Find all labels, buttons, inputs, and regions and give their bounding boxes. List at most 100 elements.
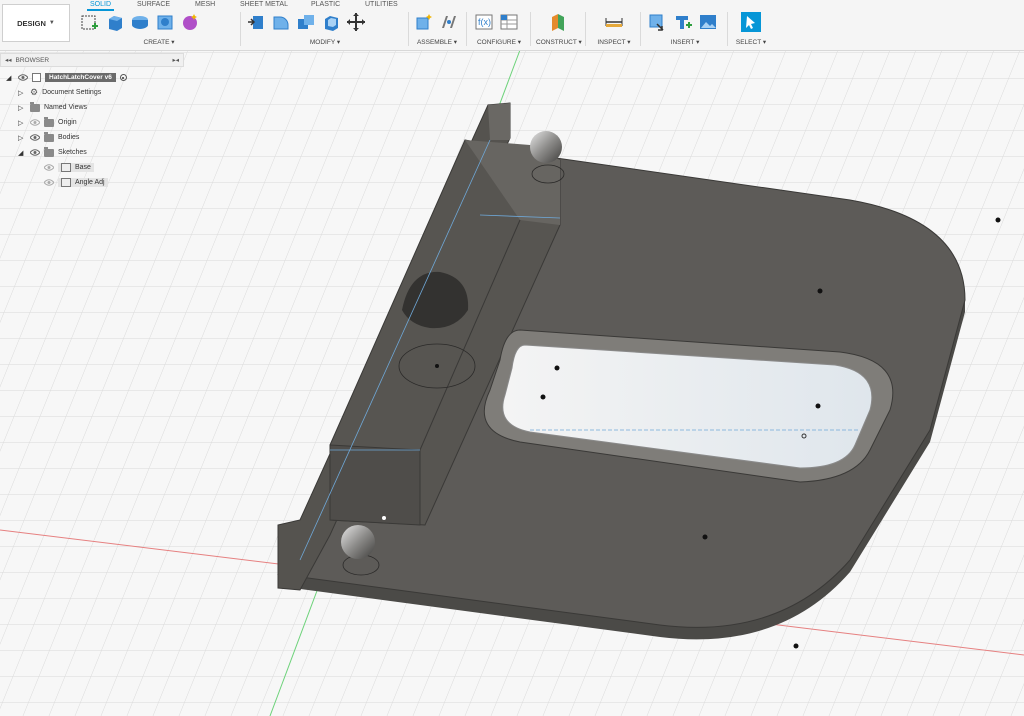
configure-label: CONFIGURE <box>476 39 516 46</box>
sketch-point[interactable] <box>435 364 439 368</box>
workspace-switcher-button[interactable]: DESIGN ▼ <box>2 4 70 42</box>
select-menu[interactable]: SELECT ▾ <box>734 38 768 46</box>
tree-item-origin[interactable]: ▷ Origin <box>18 116 77 129</box>
eye-icon[interactable] <box>44 164 54 171</box>
create-label: CREATE <box>143 39 170 46</box>
collapse-triangle-icon[interactable]: ◢ <box>18 149 26 157</box>
expand-triangle-icon[interactable]: ▷ <box>18 104 26 112</box>
insert-group: INSERT ▾ <box>648 11 722 48</box>
move-icon[interactable] <box>346 12 366 32</box>
revolve-icon[interactable] <box>130 12 150 32</box>
insert-image-icon[interactable] <box>698 12 718 32</box>
fillet-icon[interactable] <box>271 12 291 32</box>
sketch-point[interactable] <box>815 403 821 409</box>
sketch-point[interactable] <box>702 534 708 540</box>
offset-plane-icon[interactable] <box>548 12 568 32</box>
expand-triangle-icon[interactable]: ▷ <box>18 134 26 142</box>
tab-sheet-metal[interactable]: SHEET METAL <box>240 1 288 8</box>
workspace-label: DESIGN <box>17 18 46 28</box>
toolbar-divider <box>727 12 728 46</box>
document-row[interactable]: ◢ HatchLatchCover v6 <box>6 71 127 84</box>
select-icon[interactable] <box>741 12 761 32</box>
form-icon[interactable] <box>180 12 200 32</box>
select-group: SELECT ▾ <box>734 11 768 48</box>
insert-mesh-icon[interactable] <box>673 12 693 32</box>
hole-icon[interactable] <box>155 12 175 32</box>
shell-icon[interactable] <box>321 12 341 32</box>
modify-menu[interactable]: MODIFY ▾ <box>246 38 404 46</box>
document-title: HatchLatchCover v6 <box>45 73 116 82</box>
toolbar-divider <box>640 12 641 46</box>
tab-mesh[interactable]: MESH <box>195 1 215 8</box>
tree-item-document-settings[interactable]: ▷ ⚙ Document Settings <box>18 86 101 99</box>
inspect-group: INSPECT ▾ <box>594 11 634 48</box>
create-menu[interactable]: CREATE ▾ <box>80 38 238 46</box>
eye-icon[interactable] <box>30 134 40 141</box>
inspect-menu[interactable]: INSPECT ▾ <box>594 38 634 46</box>
joint-icon[interactable] <box>439 12 459 32</box>
select-label: SELECT <box>735 39 762 46</box>
extrude-icon[interactable] <box>105 12 125 32</box>
bottom-latch-ball[interactable] <box>341 525 375 559</box>
folder-icon <box>44 116 54 127</box>
assemble-menu[interactable]: ASSEMBLE ▾ <box>414 38 460 46</box>
sketch-icon <box>61 163 71 172</box>
tree-item-named-views[interactable]: ▷ Named Views <box>18 101 87 114</box>
back-wall-top <box>488 103 510 140</box>
eye-icon[interactable] <box>30 119 40 126</box>
eye-icon[interactable] <box>44 179 54 186</box>
toolbar-divider <box>466 12 467 46</box>
insert-derive-icon[interactable] <box>648 12 668 32</box>
browser-panel: ◂◂ BROWSER ▸◂ ◢ HatchLatchCover v6 ▷ ⚙ D… <box>0 53 184 187</box>
collapse-panel-icon[interactable]: ◂◂ <box>5 56 12 64</box>
active-radio-icon[interactable] <box>119 74 127 81</box>
construct-menu[interactable]: CONSTRUCT ▾ <box>536 38 582 46</box>
tree-item-sketches[interactable]: ◢ Sketches <box>18 146 87 159</box>
create-sketch-icon[interactable] <box>80 12 100 32</box>
tab-solid[interactable]: SOLID <box>87 1 115 11</box>
toolbar: DESIGN ▼ SOLID SURFACE MESH SHEET METAL … <box>0 0 1024 51</box>
tab-surface[interactable]: SURFACE <box>137 1 170 8</box>
eye-icon[interactable] <box>30 149 40 156</box>
document-icon <box>32 73 41 82</box>
sketch-icon <box>61 178 71 187</box>
tab-utilities[interactable]: UTILITIES <box>365 1 398 8</box>
sketch-point[interactable] <box>382 516 386 520</box>
canvas-viewport[interactable] <box>0 50 1024 716</box>
sketch-point[interactable] <box>554 365 560 371</box>
insert-menu[interactable]: INSERT ▾ <box>648 38 722 46</box>
sketch-point[interactable] <box>540 394 546 400</box>
assemble-group: ASSEMBLE ▾ <box>414 11 460 48</box>
configure-table-icon[interactable] <box>499 12 519 32</box>
measure-icon[interactable] <box>604 12 624 32</box>
pin-icon[interactable]: ▸◂ <box>172 56 179 64</box>
expand-triangle-icon[interactable]: ▷ <box>18 119 26 127</box>
top-latch-ball[interactable] <box>530 131 562 163</box>
tree-item-bodies[interactable]: ▷ Bodies <box>18 131 79 144</box>
expand-triangle-icon[interactable]: ▷ <box>18 89 26 97</box>
sketch-point[interactable] <box>793 643 799 649</box>
tree-item-sketch-base[interactable]: Base <box>44 161 94 174</box>
new-component-icon[interactable] <box>414 12 434 32</box>
collapse-triangle-icon[interactable]: ◢ <box>6 74 14 82</box>
configure-menu[interactable]: CONFIGURE ▾ <box>474 38 524 46</box>
press-pull-icon[interactable] <box>246 12 266 32</box>
parameters-icon[interactable]: f(x) <box>474 12 494 32</box>
tab-plastic[interactable]: PLASTIC <box>311 1 340 8</box>
assemble-label: ASSEMBLE <box>416 39 452 46</box>
gear-icon: ⚙ <box>30 87 39 97</box>
sketch-point[interactable] <box>995 217 1001 223</box>
toolbar-divider <box>530 12 531 46</box>
sketch-point[interactable] <box>817 288 823 294</box>
create-group: CREATE ▾ <box>80 11 238 48</box>
sketch-row-highlight: Angle Adj <box>58 178 108 187</box>
tree-item-sketch-angle-adj[interactable]: Angle Adj <box>44 176 108 189</box>
eye-icon[interactable] <box>18 74 28 81</box>
sketch-row-highlight: Base <box>58 163 94 172</box>
toolbar-divider <box>408 12 409 46</box>
toolbar-divider <box>585 12 586 46</box>
folder-icon <box>30 101 40 112</box>
folder-icon <box>44 131 54 142</box>
construct-label: CONSTRUCT <box>536 39 577 46</box>
combine-icon[interactable] <box>296 12 316 32</box>
